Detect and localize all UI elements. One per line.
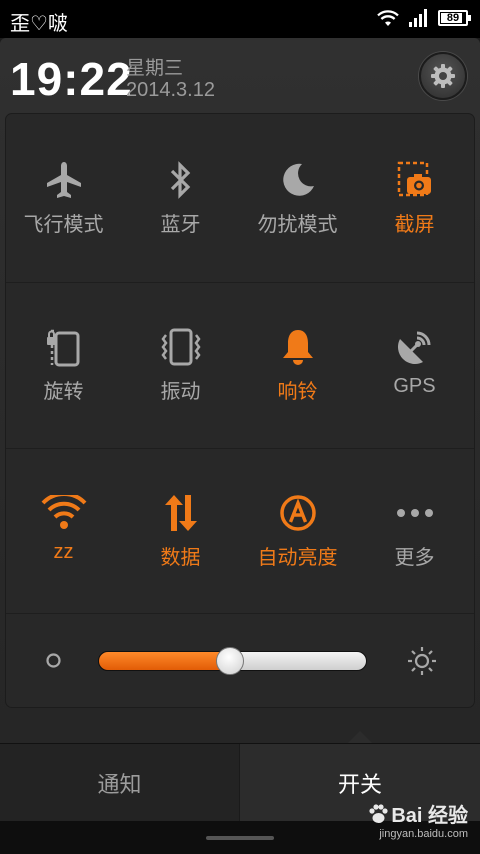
slider-fill xyxy=(98,651,232,671)
more-icon xyxy=(396,509,433,517)
weekday-label: 星期三 xyxy=(126,58,184,79)
toggle-auto-brightness[interactable]: 自动亮度 xyxy=(239,491,356,570)
toggle-do-not-disturb[interactable]: 勿扰模式 xyxy=(239,158,356,237)
toggle-label: 响铃 xyxy=(277,381,318,403)
brightness-low-icon xyxy=(46,653,61,668)
toggle-label: 勿扰模式 xyxy=(257,214,338,236)
toggle-screenshot[interactable]: 截屏 xyxy=(356,158,473,237)
gear-icon xyxy=(431,64,455,88)
toggle-more[interactable]: 更多 xyxy=(356,491,473,570)
toggle-label: zz xyxy=(53,541,74,563)
toggle-airplane-mode[interactable]: 飞行模式 xyxy=(5,158,122,237)
rotation-lock-icon xyxy=(46,329,79,367)
toggle-label: 飞行模式 xyxy=(23,214,104,236)
row-divider xyxy=(6,613,474,614)
signal-icon xyxy=(409,9,427,27)
toggle-label: 数据 xyxy=(160,547,201,569)
bell-icon xyxy=(282,330,313,365)
auto-brightness-icon xyxy=(279,495,316,531)
slider-thumb[interactable] xyxy=(216,647,244,675)
toggle-label: 旋转 xyxy=(43,381,84,403)
row-divider xyxy=(6,448,474,449)
watermark-url: jingyan.baidu.com xyxy=(379,828,468,840)
wifi-icon xyxy=(377,10,399,26)
moon-icon xyxy=(282,163,314,196)
paw-icon xyxy=(369,803,388,823)
watermark: Bai 经验 jingyan.baidu.com xyxy=(367,799,468,840)
brightness-slider[interactable] xyxy=(98,647,367,675)
battery-level: 89 xyxy=(446,12,460,24)
toggle-ringer[interactable]: 响铃 xyxy=(239,325,356,404)
watermark-logo-text: Bai 经验 xyxy=(391,805,468,827)
toggle-label: 自动亮度 xyxy=(257,547,338,569)
drag-handle[interactable] xyxy=(206,836,274,840)
toggle-vibrate[interactable]: 振动 xyxy=(122,325,239,404)
toggle-label: 截屏 xyxy=(394,214,435,236)
wifi-icon xyxy=(41,495,86,529)
toggle-label: GPS xyxy=(393,375,436,397)
tab-notifications[interactable]: 通知 xyxy=(0,744,240,822)
airplane-icon xyxy=(46,162,81,198)
toggle-mobile-data[interactable]: 数据 xyxy=(122,491,239,570)
row-divider xyxy=(6,282,474,283)
toggle-wifi[interactable]: zz xyxy=(5,491,122,564)
watermark-logo: Bai 经验 xyxy=(367,799,468,828)
toggle-bluetooth[interactable]: 蓝牙 xyxy=(122,158,239,237)
battery-icon: 89 xyxy=(438,10,471,26)
data-arrows-icon xyxy=(164,495,197,531)
toggle-rotation[interactable]: 旋转 xyxy=(5,325,122,404)
screenshot-icon xyxy=(397,161,431,197)
carrier-label: 歪♡啵 xyxy=(10,13,68,35)
toggle-label: 振动 xyxy=(160,381,201,403)
toggle-label: 蓝牙 xyxy=(160,214,201,236)
vibrate-icon xyxy=(160,328,201,366)
brightness-high-icon xyxy=(408,647,436,675)
settings-button[interactable] xyxy=(419,52,467,100)
gps-icon xyxy=(397,331,430,364)
toggle-gps[interactable]: GPS xyxy=(356,325,473,398)
toggle-label: 更多 xyxy=(394,547,435,569)
clock-time: 19:22 xyxy=(10,53,133,105)
status-bar: 歪♡啵 89 xyxy=(0,0,480,38)
bluetooth-icon xyxy=(170,161,190,199)
date-label: 2014.3.12 xyxy=(126,79,215,101)
